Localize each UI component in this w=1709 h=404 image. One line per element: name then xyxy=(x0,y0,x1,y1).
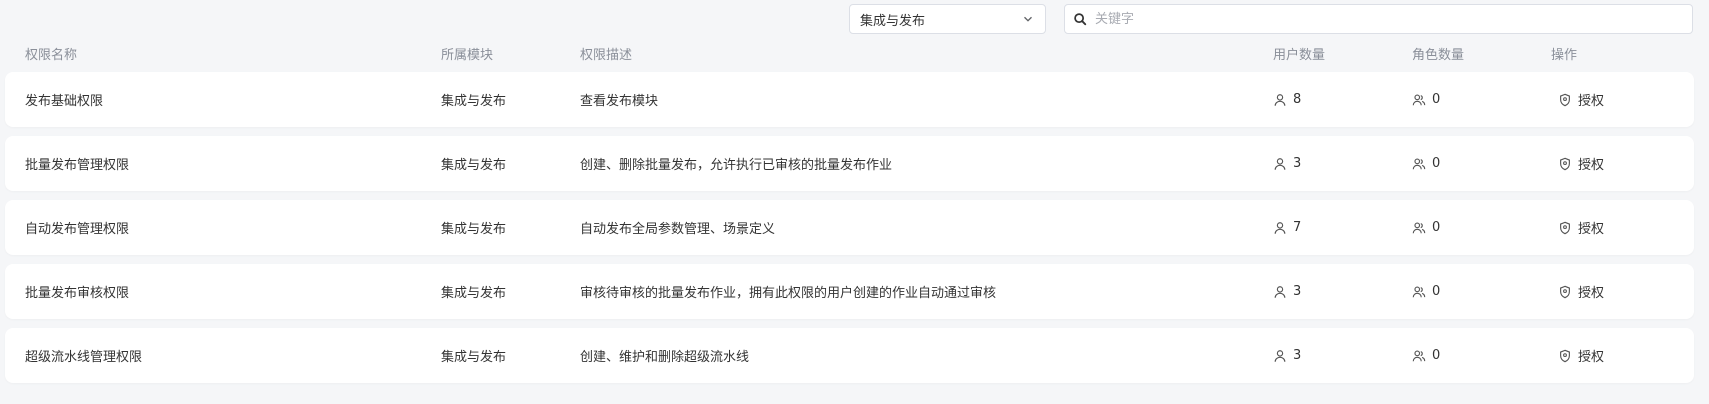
role-count-value: 0 xyxy=(1432,92,1441,107)
authorize-button[interactable]: 授权 xyxy=(1558,136,1604,191)
shield-icon xyxy=(1560,93,1570,106)
column-header-roles: 角色数量 xyxy=(1412,48,1465,63)
module-select[interactable]: 集成与发布 xyxy=(849,4,1046,34)
permission-module: 集成与发布 xyxy=(441,350,507,365)
module-select-value: 集成与发布 xyxy=(860,13,926,29)
table-row: 发布基础权限 集成与发布 查看发布模块 8 0 授权 xyxy=(5,72,1694,127)
search-icon xyxy=(1074,13,1087,26)
authorize-label: 授权 xyxy=(1578,222,1605,237)
chevron-down-icon xyxy=(1024,16,1032,22)
user-icon xyxy=(1274,93,1286,106)
permission-description: 审核待审核的批量发布作业，拥有此权限的用户创建的作业自动通过审核 xyxy=(580,286,997,301)
authorize-button[interactable]: 授权 xyxy=(1558,72,1604,127)
table-row: 自动发布管理权限 集成与发布 自动发布全局参数管理、场景定义 7 0 授权 xyxy=(5,200,1694,255)
user-count-value: 8 xyxy=(1293,92,1302,107)
permission-name: 自动发布管理权限 xyxy=(25,222,130,237)
permission-name: 批量发布审核权限 xyxy=(25,286,130,301)
column-header-users: 用户数量 xyxy=(1273,48,1326,63)
column-header-operation: 操作 xyxy=(1551,48,1578,63)
authorize-label: 授权 xyxy=(1578,286,1605,301)
permission-name: 批量发布管理权限 xyxy=(25,158,130,173)
user-icon xyxy=(1274,285,1286,298)
shield-icon xyxy=(1560,157,1570,170)
role-count[interactable]: 0 xyxy=(1412,200,1440,255)
user-count[interactable]: 3 xyxy=(1273,264,1301,319)
toolbar: 集成与发布 xyxy=(0,4,1709,36)
table-row: 批量发布审核权限 集成与发布 审核待审核的批量发布作业，拥有此权限的用户创建的作… xyxy=(5,264,1694,319)
permission-module: 集成与发布 xyxy=(441,222,507,237)
role-count[interactable]: 0 xyxy=(1412,264,1440,319)
role-count-value: 0 xyxy=(1432,220,1441,235)
users-group-icon xyxy=(1412,286,1426,297)
authorize-button[interactable]: 授权 xyxy=(1558,328,1604,383)
shield-icon xyxy=(1560,349,1570,362)
user-count-value: 3 xyxy=(1293,348,1302,363)
user-count-value: 3 xyxy=(1293,156,1302,171)
shield-icon xyxy=(1560,285,1570,298)
permission-name: 超级流水线管理权限 xyxy=(25,350,143,365)
user-count[interactable]: 7 xyxy=(1273,200,1301,255)
role-count-value: 0 xyxy=(1432,348,1441,363)
role-count[interactable]: 0 xyxy=(1412,72,1440,127)
authorize-label: 授权 xyxy=(1578,158,1605,173)
permission-description: 查看发布模块 xyxy=(580,94,659,109)
table-header: 权限名称 所属模块 权限描述 用户数量 角色数量 操作 xyxy=(0,42,1709,63)
table-row: 批量发布管理权限 集成与发布 创建、删除批量发布，允许执行已审核的批量发布作业 … xyxy=(5,136,1694,191)
role-count-value: 0 xyxy=(1432,156,1441,171)
user-icon xyxy=(1274,349,1286,362)
users-group-icon xyxy=(1412,222,1426,233)
users-group-icon xyxy=(1412,94,1426,105)
user-count[interactable]: 3 xyxy=(1273,136,1301,191)
role-count[interactable]: 0 xyxy=(1412,136,1440,191)
user-count-value: 7 xyxy=(1293,220,1302,235)
column-header-name: 权限名称 xyxy=(25,48,78,63)
role-count[interactable]: 0 xyxy=(1412,328,1440,383)
column-header-description: 权限描述 xyxy=(580,48,633,63)
permission-module: 集成与发布 xyxy=(441,286,507,301)
permission-description: 创建、删除批量发布，允许执行已审核的批量发布作业 xyxy=(580,158,893,173)
authorize-button[interactable]: 授权 xyxy=(1558,264,1604,319)
permission-module: 集成与发布 xyxy=(441,158,507,173)
permission-name: 发布基础权限 xyxy=(25,94,104,109)
table-row: 超级流水线管理权限 集成与发布 创建、维护和删除超级流水线 3 0 授权 xyxy=(5,328,1694,383)
shield-icon xyxy=(1560,221,1570,234)
permission-table: 发布基础权限 集成与发布 查看发布模块 8 0 授权 批量发布管理权限 集成与发… xyxy=(5,72,1694,392)
user-count-value: 3 xyxy=(1293,284,1302,299)
search-input[interactable] xyxy=(1093,10,1684,28)
user-icon xyxy=(1274,157,1286,170)
role-count-value: 0 xyxy=(1432,284,1441,299)
column-header-module: 所属模块 xyxy=(441,48,494,63)
users-group-icon xyxy=(1412,158,1426,169)
search-box[interactable] xyxy=(1064,4,1693,34)
permission-description: 创建、维护和删除超级流水线 xyxy=(580,350,750,365)
user-count[interactable]: 3 xyxy=(1273,328,1301,383)
authorize-button[interactable]: 授权 xyxy=(1558,200,1604,255)
users-group-icon xyxy=(1412,350,1426,361)
authorize-label: 授权 xyxy=(1578,94,1605,109)
user-icon xyxy=(1274,221,1286,234)
permission-module: 集成与发布 xyxy=(441,94,507,109)
permission-description: 自动发布全局参数管理、场景定义 xyxy=(580,222,776,237)
authorize-label: 授权 xyxy=(1578,350,1605,365)
user-count[interactable]: 8 xyxy=(1273,72,1301,127)
